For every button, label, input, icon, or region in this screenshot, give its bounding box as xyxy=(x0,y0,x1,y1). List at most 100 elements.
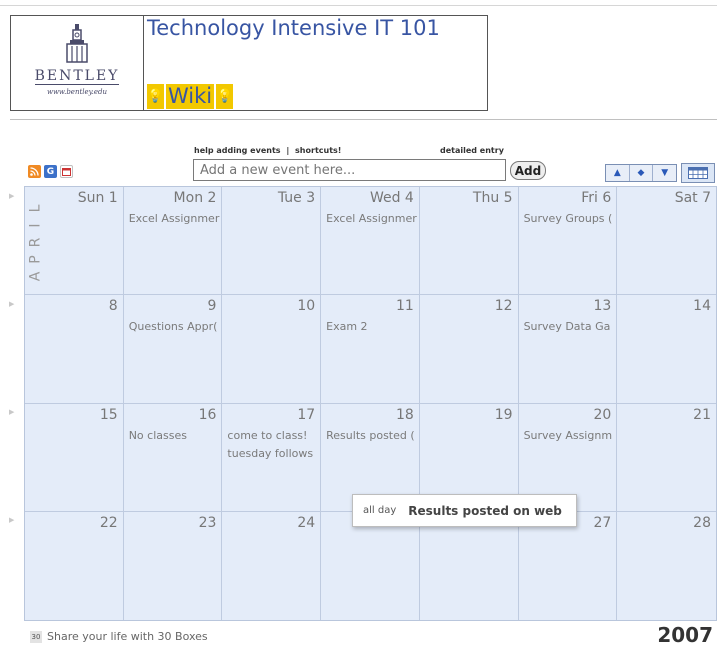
wiki-label: Wiki xyxy=(166,84,215,109)
calendar-event[interactable]: Excel Assignmer xyxy=(326,212,417,225)
lightbulb-icon: 💡 xyxy=(216,84,234,109)
calendar-event[interactable]: No classes xyxy=(129,429,187,442)
logo-name: BENTLEY xyxy=(34,68,120,84)
day-cell[interactable]: 12 xyxy=(419,295,519,404)
day-cell[interactable]: 11 Exam 2 xyxy=(321,295,420,404)
day-number: 24 xyxy=(297,514,316,531)
logo-url: www.bentley.edu xyxy=(46,88,108,96)
help-links: help adding events | shortcuts! xyxy=(194,146,344,155)
calendar-event[interactable]: tuesday follows xyxy=(227,447,313,460)
week-arrow-icon[interactable]: ▶ xyxy=(9,408,14,416)
previous-icon[interactable]: ▲ xyxy=(606,165,630,181)
day-cell[interactable]: 16 No classes xyxy=(123,403,223,512)
footer-text: Share your life with 30 Boxes xyxy=(47,630,208,643)
day-number: 27 xyxy=(593,514,612,531)
day-cell[interactable]: 15 xyxy=(25,403,124,512)
detailed-entry-link[interactable]: detailed entry xyxy=(440,146,504,155)
day-number: 22 xyxy=(99,514,118,531)
rss-icon[interactable] xyxy=(28,165,41,178)
day-number: Sat 7 xyxy=(674,190,711,206)
link-separator: | xyxy=(286,146,290,155)
day-cell[interactable]: 8 xyxy=(25,295,124,404)
add-event-input[interactable] xyxy=(193,159,506,181)
day-number: 12 xyxy=(494,298,513,315)
day-number: Mon 2 xyxy=(173,190,217,206)
calendar-event[interactable]: Survey Assignm xyxy=(524,429,612,442)
calendar-event[interactable]: Results posted ( xyxy=(326,429,415,442)
day-cell[interactable]: Thu 5 xyxy=(419,187,519,296)
day-number: Fri 6 xyxy=(581,190,612,206)
week-arrow-icon[interactable]: ▶ xyxy=(9,192,14,200)
month-label: LIRPA xyxy=(27,204,44,282)
top-divider xyxy=(0,5,717,6)
calendar-export-icon[interactable] xyxy=(60,165,73,178)
calendar-grid: Sun 1 Mon 2 Excel Assignmer Tue 3 Wed 4 Excel… xyxy=(24,186,717,621)
day-cell[interactable]: Sat 7 xyxy=(617,187,716,296)
30boxes-logo-icon: 30 xyxy=(30,630,42,643)
day-cell[interactable]: 23 xyxy=(124,511,223,620)
shortcuts-link[interactable]: shortcuts! xyxy=(295,146,341,155)
calendar-event[interactable]: Survey Data Ga xyxy=(524,320,611,333)
feed-icons: G xyxy=(28,165,73,178)
date-navigation: ▲ ◆ ▼ xyxy=(605,164,677,182)
bentley-logo[interactable]: BENTLEY www.bentley.edu xyxy=(11,16,144,110)
day-cell[interactable]: Mon 2 Excel Assignmer xyxy=(123,187,223,296)
day-cell[interactable]: 14 xyxy=(617,295,716,404)
day-cell[interactable]: 24 xyxy=(222,511,322,620)
calendar-event[interactable]: Excel Assignmer xyxy=(129,212,220,225)
day-number: 14 xyxy=(693,298,711,315)
header-divider xyxy=(10,119,717,120)
help-adding-events-link[interactable]: help adding events xyxy=(194,146,281,155)
day-number: 28 xyxy=(693,514,711,531)
calendar-event[interactable]: Exam 2 xyxy=(326,320,367,333)
calendar-event[interactable]: Questions Appr( xyxy=(129,320,218,333)
wiki-link[interactable]: 💡 Wiki 💡 xyxy=(147,84,234,109)
page-title[interactable]: Technology Intensive IT 101 xyxy=(147,16,440,40)
day-number: 19 xyxy=(494,406,513,423)
day-cell[interactable]: 22 xyxy=(25,511,124,620)
day-cell[interactable]: 27 xyxy=(519,511,618,620)
day-number: Wed 4 xyxy=(369,190,414,206)
calendar-event[interactable]: Survey Groups ( xyxy=(524,212,613,225)
day-number: 16 xyxy=(198,406,217,423)
day-number: 13 xyxy=(593,298,612,315)
day-number: Tue 3 xyxy=(277,190,316,206)
day-cell[interactable]: 28 xyxy=(617,512,716,620)
day-cell[interactable]: Tue 3 xyxy=(222,187,322,296)
calendar-event[interactable]: come to class! xyxy=(227,429,307,442)
day-cell[interactable]: Fri 6 Survey Groups ( xyxy=(518,187,618,296)
day-number: 17 xyxy=(297,406,316,423)
tooltip-title: Results posted on web xyxy=(408,503,562,518)
day-cell[interactable]: 17 come to class! tuesday follows xyxy=(222,403,322,512)
day-cell[interactable]: 13 Survey Data Ga xyxy=(518,295,618,404)
day-number: 18 xyxy=(396,406,414,423)
day-number: 10 xyxy=(297,298,316,315)
day-number: 8 xyxy=(108,298,118,315)
day-number: Sun 1 xyxy=(77,190,118,206)
day-number: Thu 5 xyxy=(472,190,513,206)
next-icon[interactable]: ▼ xyxy=(653,165,676,181)
lightbulb-icon: 💡 xyxy=(147,84,164,109)
year-label: 2007 xyxy=(657,623,713,647)
day-number: 11 xyxy=(396,298,414,315)
footer[interactable]: 30 Share your life with 30 Boxes xyxy=(30,630,208,643)
google-icon[interactable]: G xyxy=(44,165,57,178)
day-number: 9 xyxy=(207,298,217,315)
day-cell[interactable]: 10 xyxy=(222,295,322,404)
calendar-view-icon[interactable] xyxy=(681,163,715,183)
day-cell[interactable]: 9 Questions Appr( xyxy=(123,295,223,404)
day-cell[interactable]: Wed 4 Excel Assignmer xyxy=(321,187,420,296)
day-cell[interactable]: 26 xyxy=(420,511,519,620)
day-number: 21 xyxy=(693,406,711,423)
day-cell[interactable]: 21 xyxy=(617,404,716,512)
today-icon[interactable]: ◆ xyxy=(630,165,654,181)
event-tooltip[interactable]: all day Results posted on web xyxy=(352,494,577,527)
add-button[interactable]: Add xyxy=(510,161,546,180)
clock-tower-icon xyxy=(66,24,88,63)
day-number: 23 xyxy=(198,514,217,531)
logo-rule xyxy=(35,84,119,85)
day-cell[interactable]: 25 xyxy=(321,511,420,620)
week-arrow-icon[interactable]: ▶ xyxy=(9,300,14,308)
week-arrow-icon[interactable]: ▶ xyxy=(9,516,14,524)
tooltip-all-day: all day xyxy=(363,505,397,516)
